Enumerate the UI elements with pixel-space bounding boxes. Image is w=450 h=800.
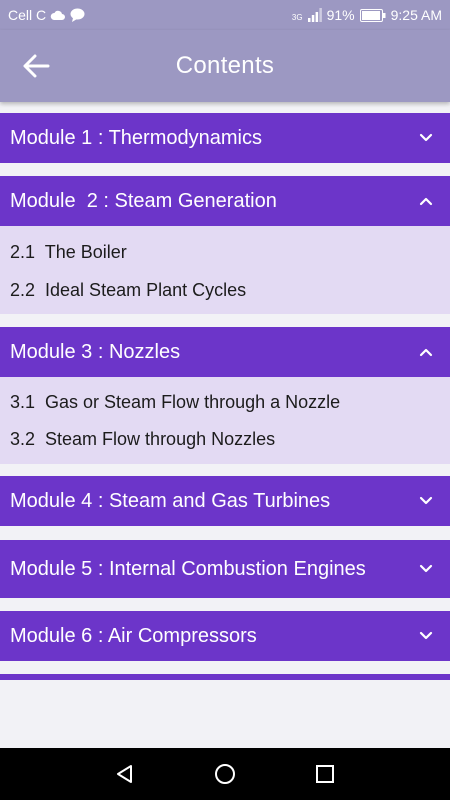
app-bar: Contents xyxy=(0,30,450,102)
arrow-left-icon xyxy=(23,54,50,78)
chevron-down-icon xyxy=(419,133,433,142)
battery-percent: 91% xyxy=(326,7,355,23)
module-2-header[interactable]: Module 2 : Steam Generation xyxy=(0,176,450,226)
system-nav-bar xyxy=(0,748,450,800)
module-1-title: Module 1 : Thermodynamics xyxy=(10,126,262,149)
network-type-label: 3G xyxy=(291,13,303,22)
module-6-header[interactable]: Module 6 : Air Compressors xyxy=(0,611,450,661)
module-4-title: Module 4 : Steam and Gas Turbines xyxy=(10,489,331,512)
module-5-title: Module 5 : Internal Combustion Engines xyxy=(10,557,366,580)
status-bar: Cell C 3G 91% 9:25 AM xyxy=(0,0,450,30)
chevron-down-icon xyxy=(419,631,433,640)
module-5-header[interactable]: Module 5 : Internal Combustion Engines xyxy=(0,540,450,598)
module-4-header[interactable]: Module 4 : Steam and Gas Turbines xyxy=(0,476,450,526)
chevron-down-icon xyxy=(419,496,433,505)
topic-2-2[interactable]: 2.2 Ideal Steam Plant Cycles xyxy=(10,279,246,301)
triangle-back-icon xyxy=(117,765,132,783)
signal-icon xyxy=(307,8,322,22)
module-7-header-partial[interactable] xyxy=(0,674,450,680)
chat-bubble-icon xyxy=(70,8,85,22)
carrier-label: Cell C xyxy=(8,7,47,23)
module-3-header[interactable]: Module 3 : Nozzles xyxy=(0,327,450,377)
cloud-icon xyxy=(50,10,66,20)
nav-home-button[interactable] xyxy=(213,762,237,786)
chevron-up-icon xyxy=(419,348,433,357)
battery-icon xyxy=(359,8,386,22)
topic-2-1[interactable]: 2.1 The Boiler xyxy=(10,241,127,263)
clock: 9:25 AM xyxy=(390,7,442,23)
back-button[interactable] xyxy=(20,50,52,82)
topic-3-1[interactable]: 3.1 Gas or Steam Flow through a Nozzle xyxy=(10,391,340,413)
nav-back-button[interactable] xyxy=(113,762,137,786)
module-1-header[interactable]: Module 1 : Thermodynamics xyxy=(0,113,450,163)
module-3-title: Module 3 : Nozzles xyxy=(10,340,181,363)
chevron-down-icon xyxy=(419,564,433,573)
square-recents-icon xyxy=(316,765,334,783)
page-title: Contents xyxy=(175,52,275,79)
topic-3-2[interactable]: 3.2 Steam Flow through Nozzles xyxy=(10,428,275,450)
chevron-up-icon xyxy=(419,197,433,206)
module-2-title: Module 2 : Steam Generation xyxy=(10,189,277,212)
module-3-body: 3.1 Gas or Steam Flow through a Nozzle 3… xyxy=(0,377,450,464)
circle-home-icon xyxy=(215,764,235,784)
module-2-body: 2.1 The Boiler 2.2 Ideal Steam Plant Cyc… xyxy=(0,226,450,314)
module-6-title: Module 6 : Air Compressors xyxy=(10,624,257,647)
nav-recents-button[interactable] xyxy=(313,762,337,786)
